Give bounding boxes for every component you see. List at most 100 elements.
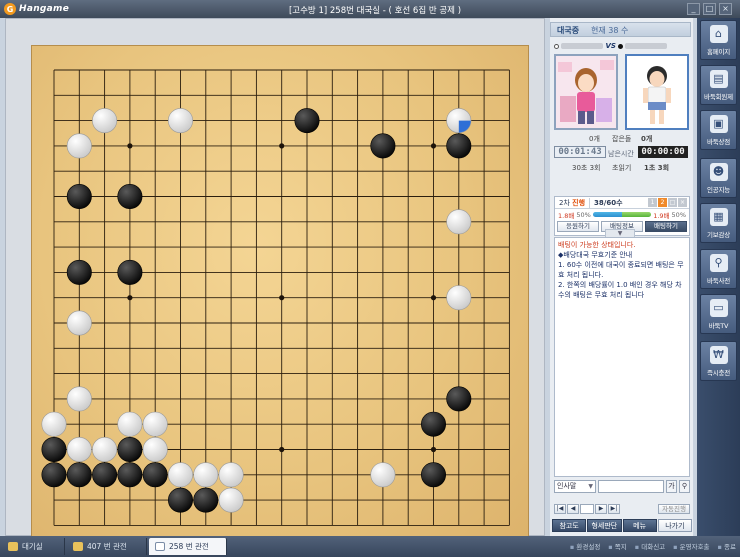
settings-link[interactable]: 환경설정 <box>570 541 600 551</box>
star-point <box>127 295 133 301</box>
black-stone <box>117 259 143 285</box>
maximize-button[interactable]: □ <box>703 3 716 15</box>
font-button[interactable]: 가 <box>666 480 677 493</box>
black-stone <box>446 133 472 159</box>
game-state: 대국중 <box>557 26 580 35</box>
vs-label: VS <box>605 42 616 50</box>
chat-log[interactable]: 배팅이 가능한 상태입니다. ◆배당대국 무효기준 안내 1. 60수 이전에 대국… <box>554 237 690 477</box>
prev-move-button[interactable]: ◀ <box>567 503 579 514</box>
bet-window-icon[interactable]: □ <box>668 198 677 207</box>
remaining-time-label: 남은시간 <box>608 150 634 158</box>
left-odds: 1.8배 <box>558 211 575 220</box>
sidebar-item-home[interactable]: ⌂ 홈페이지 <box>700 20 737 60</box>
next-move-button[interactable]: ▶ <box>595 503 607 514</box>
bet-close-icon[interactable]: × <box>678 198 687 207</box>
window-title: [고수방 1] 258번 대국실 - ( 호선 6집 반 공제 ) <box>288 6 462 16</box>
byoyomi-label: 초읽기 <box>612 164 632 172</box>
players-line: VS <box>554 42 690 52</box>
sidebar-item-label: 기보감상 <box>706 231 731 239</box>
game-info-panel: 대국중 현재 38 수 VS 0개 잡은돌 0개 00:01:43 남은시간 0… <box>550 18 693 536</box>
white-stone <box>370 462 396 488</box>
exit-button[interactable]: 나가기 <box>657 519 692 532</box>
chat-message: 2. 한쪽의 배당률이 1.0 배인 경우 해당 차수의 배팅은 무효 처리 됩… <box>558 281 682 299</box>
dictionary-icon: ⚲ <box>709 254 728 272</box>
sidebar-item-label: 인공지능 <box>706 186 731 194</box>
black-player-stone-icon <box>618 43 624 49</box>
tab-watch-407[interactable]: 407 번 관전 <box>67 538 147 555</box>
title-bar: G Hangame [고수방 1] 258번 대국실 - ( 호선 6집 반 공… <box>0 0 740 18</box>
charge-icon: ₩ <box>709 346 728 364</box>
white-stone <box>218 487 244 513</box>
sidebar-item-membership[interactable]: ▤ 바둑회원제 <box>700 65 737 105</box>
sidebar-item-label: 바둑사전 <box>706 277 731 285</box>
place-bet-button[interactable]: 배팅하기 <box>645 221 687 232</box>
sidebar-item-shop[interactable]: ▣ 바둑상점 <box>700 110 737 150</box>
cheer-button[interactable]: 응원하기 <box>557 221 599 232</box>
sidebar-item-dictionary[interactable]: ⚲ 바둑사전 <box>700 249 737 289</box>
byoyomi-row: 30초 3회 초읽기 1초 3회 <box>554 163 690 173</box>
window-controls: _ □ × <box>687 3 732 15</box>
sidebar-item-ai[interactable]: ☻ 인공지능 <box>700 158 737 198</box>
move-number-field[interactable] <box>580 503 594 514</box>
tab-waiting-room[interactable]: 대기실 <box>2 538 65 555</box>
bet-round1-icon[interactable]: 1 <box>648 198 657 207</box>
chat-collapse-handle[interactable]: ▼ <box>605 229 635 237</box>
sidebar-item-tv[interactable]: ▭ 바둑TV <box>700 294 737 334</box>
greeting-select[interactable]: 인사말 ▼ <box>554 480 596 493</box>
report-link[interactable]: 대화신고 <box>635 541 665 551</box>
bottom-links: 환경설정 쪽지 대화신고 운영자호출 종료 <box>570 541 736 551</box>
go-board[interactable] <box>31 45 529 547</box>
menu-button[interactable]: 메뉴 <box>622 519 657 532</box>
white-clock: 00:01:43 <box>554 146 606 158</box>
white-player-stone-icon <box>554 43 559 49</box>
sidebar-item-label: 바둑회원제 <box>704 93 733 101</box>
board-grid[interactable] <box>32 46 530 548</box>
last-move-marker <box>458 120 471 133</box>
message-link[interactable]: 쪽지 <box>608 541 627 551</box>
left-percent: 50% <box>576 210 591 219</box>
evaluate-button[interactable]: 형세판단 <box>587 519 622 532</box>
reference-button[interactable]: 참고도 <box>552 519 587 532</box>
captures-row: 0개 잡은돌 0개 <box>554 134 690 144</box>
right-percent: 50% <box>671 210 686 219</box>
sidebar-item-label: 바둑상점 <box>706 138 731 146</box>
sidebar-item-label: 바둑TV <box>708 322 729 330</box>
black-player-name <box>625 43 668 49</box>
close-button[interactable]: × <box>719 3 732 15</box>
quit-link[interactable]: 종료 <box>718 541 736 551</box>
search-icon[interactable]: ⚲ <box>679 480 690 493</box>
board-frame <box>5 18 545 547</box>
chevron-down-icon: ▼ <box>588 483 593 490</box>
bet-round2-icon[interactable]: 2 <box>658 198 667 207</box>
bet-ratio-right-fill <box>622 212 652 217</box>
game-status-bar: 대국중 현재 38 수 <box>550 22 691 37</box>
home-icon: ⌂ <box>709 25 728 43</box>
captures-label: 잡은돌 <box>612 135 632 143</box>
last-move-button[interactable]: ▶| <box>608 503 620 514</box>
black-stone <box>370 133 396 159</box>
tab-watch-407-label: 407 번 관전 <box>87 542 127 551</box>
move-counter: 현재 38 수 <box>591 26 629 35</box>
bet-moves-tab[interactable]: 38/60수 <box>589 197 626 208</box>
betting-tabs: 2차 진행 38/60수 1 2 □ × <box>555 197 689 209</box>
auto-play-button[interactable]: 자동진행 <box>658 503 690 514</box>
bet-icon-group: 1 2 □ × <box>648 198 689 207</box>
move-navigation: |◀ ◀ ▶ ▶| 자동진행 <box>554 503 690 514</box>
black-player-avatar[interactable] <box>625 54 689 130</box>
white-player-name <box>561 43 604 49</box>
white-player-avatar[interactable] <box>554 54 618 130</box>
black-stone <box>420 462 446 488</box>
minimize-button[interactable]: _ <box>687 3 700 15</box>
membership-icon: ▤ <box>709 70 728 88</box>
call-admin-link[interactable]: 운영자호출 <box>673 541 710 551</box>
first-move-button[interactable]: |◀ <box>554 503 566 514</box>
sidebar-item-record[interactable]: ▦ 기보감상 <box>700 203 737 243</box>
sidebar-item-charge[interactable]: ₩ 즉시충전 <box>700 341 737 381</box>
black-stone <box>117 184 143 210</box>
black-stone <box>117 462 143 488</box>
bet-round-tab[interactable]: 2차 진행 <box>555 198 589 208</box>
white-stone <box>117 411 143 437</box>
tab-watch-258[interactable]: 258 번 관전 <box>149 538 227 555</box>
shop-icon: ▣ <box>709 115 728 133</box>
chat-input[interactable] <box>598 480 664 493</box>
